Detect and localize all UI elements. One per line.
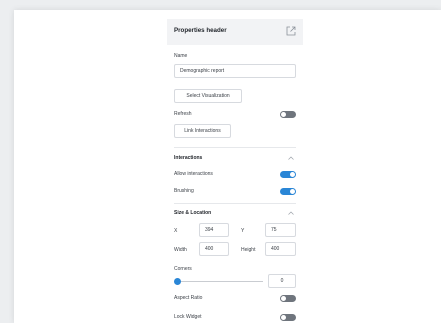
refresh-label: Refresh xyxy=(174,111,192,117)
popout-icon[interactable] xyxy=(286,26,296,36)
x-input[interactable]: 394 xyxy=(199,223,229,237)
brushing-label: Brushing xyxy=(174,188,194,194)
lock-widget-label: Lock Widget xyxy=(174,314,202,320)
lock-widget-toggle[interactable] xyxy=(280,314,296,321)
corners-label: Corners xyxy=(174,266,192,272)
chevron-up-icon[interactable] xyxy=(288,211,294,215)
aspect-ratio-toggle[interactable] xyxy=(280,295,296,302)
width-label: Width xyxy=(174,247,187,253)
y-input[interactable]: 75 xyxy=(265,223,296,237)
properties-panel: Properties header Name Demographic repor… xyxy=(167,19,303,323)
panel-header: Properties header xyxy=(167,19,303,45)
width-input[interactable]: 400 xyxy=(199,242,229,256)
select-visualization-button[interactable]: Select Visualization xyxy=(174,89,242,103)
height-label: Height xyxy=(241,247,256,253)
interactions-section-title: Interactions xyxy=(174,155,203,161)
panel-title: Properties header xyxy=(174,27,227,34)
corners-slider-track[interactable] xyxy=(176,281,263,282)
x-label: X xyxy=(174,228,178,234)
height-input[interactable]: 400 xyxy=(265,242,296,256)
name-label: Name xyxy=(174,53,188,59)
chevron-up-icon[interactable] xyxy=(288,156,294,160)
size-location-section-title: Size & Location xyxy=(174,210,212,216)
divider xyxy=(174,203,296,204)
corners-value-input[interactable]: 0 xyxy=(268,274,296,288)
aspect-ratio-label: Aspect Ratio xyxy=(174,295,203,301)
name-input[interactable]: Demographic report xyxy=(174,64,296,78)
link-interactions-button[interactable]: Link Interactions xyxy=(174,124,231,138)
allow-interactions-label: Allow interactions xyxy=(174,171,213,177)
divider xyxy=(174,147,296,148)
brushing-toggle[interactable] xyxy=(280,188,296,195)
allow-interactions-toggle[interactable] xyxy=(280,171,296,178)
y-label: Y xyxy=(241,228,245,234)
refresh-toggle[interactable] xyxy=(280,111,296,118)
corners-slider-handle[interactable] xyxy=(174,278,181,285)
